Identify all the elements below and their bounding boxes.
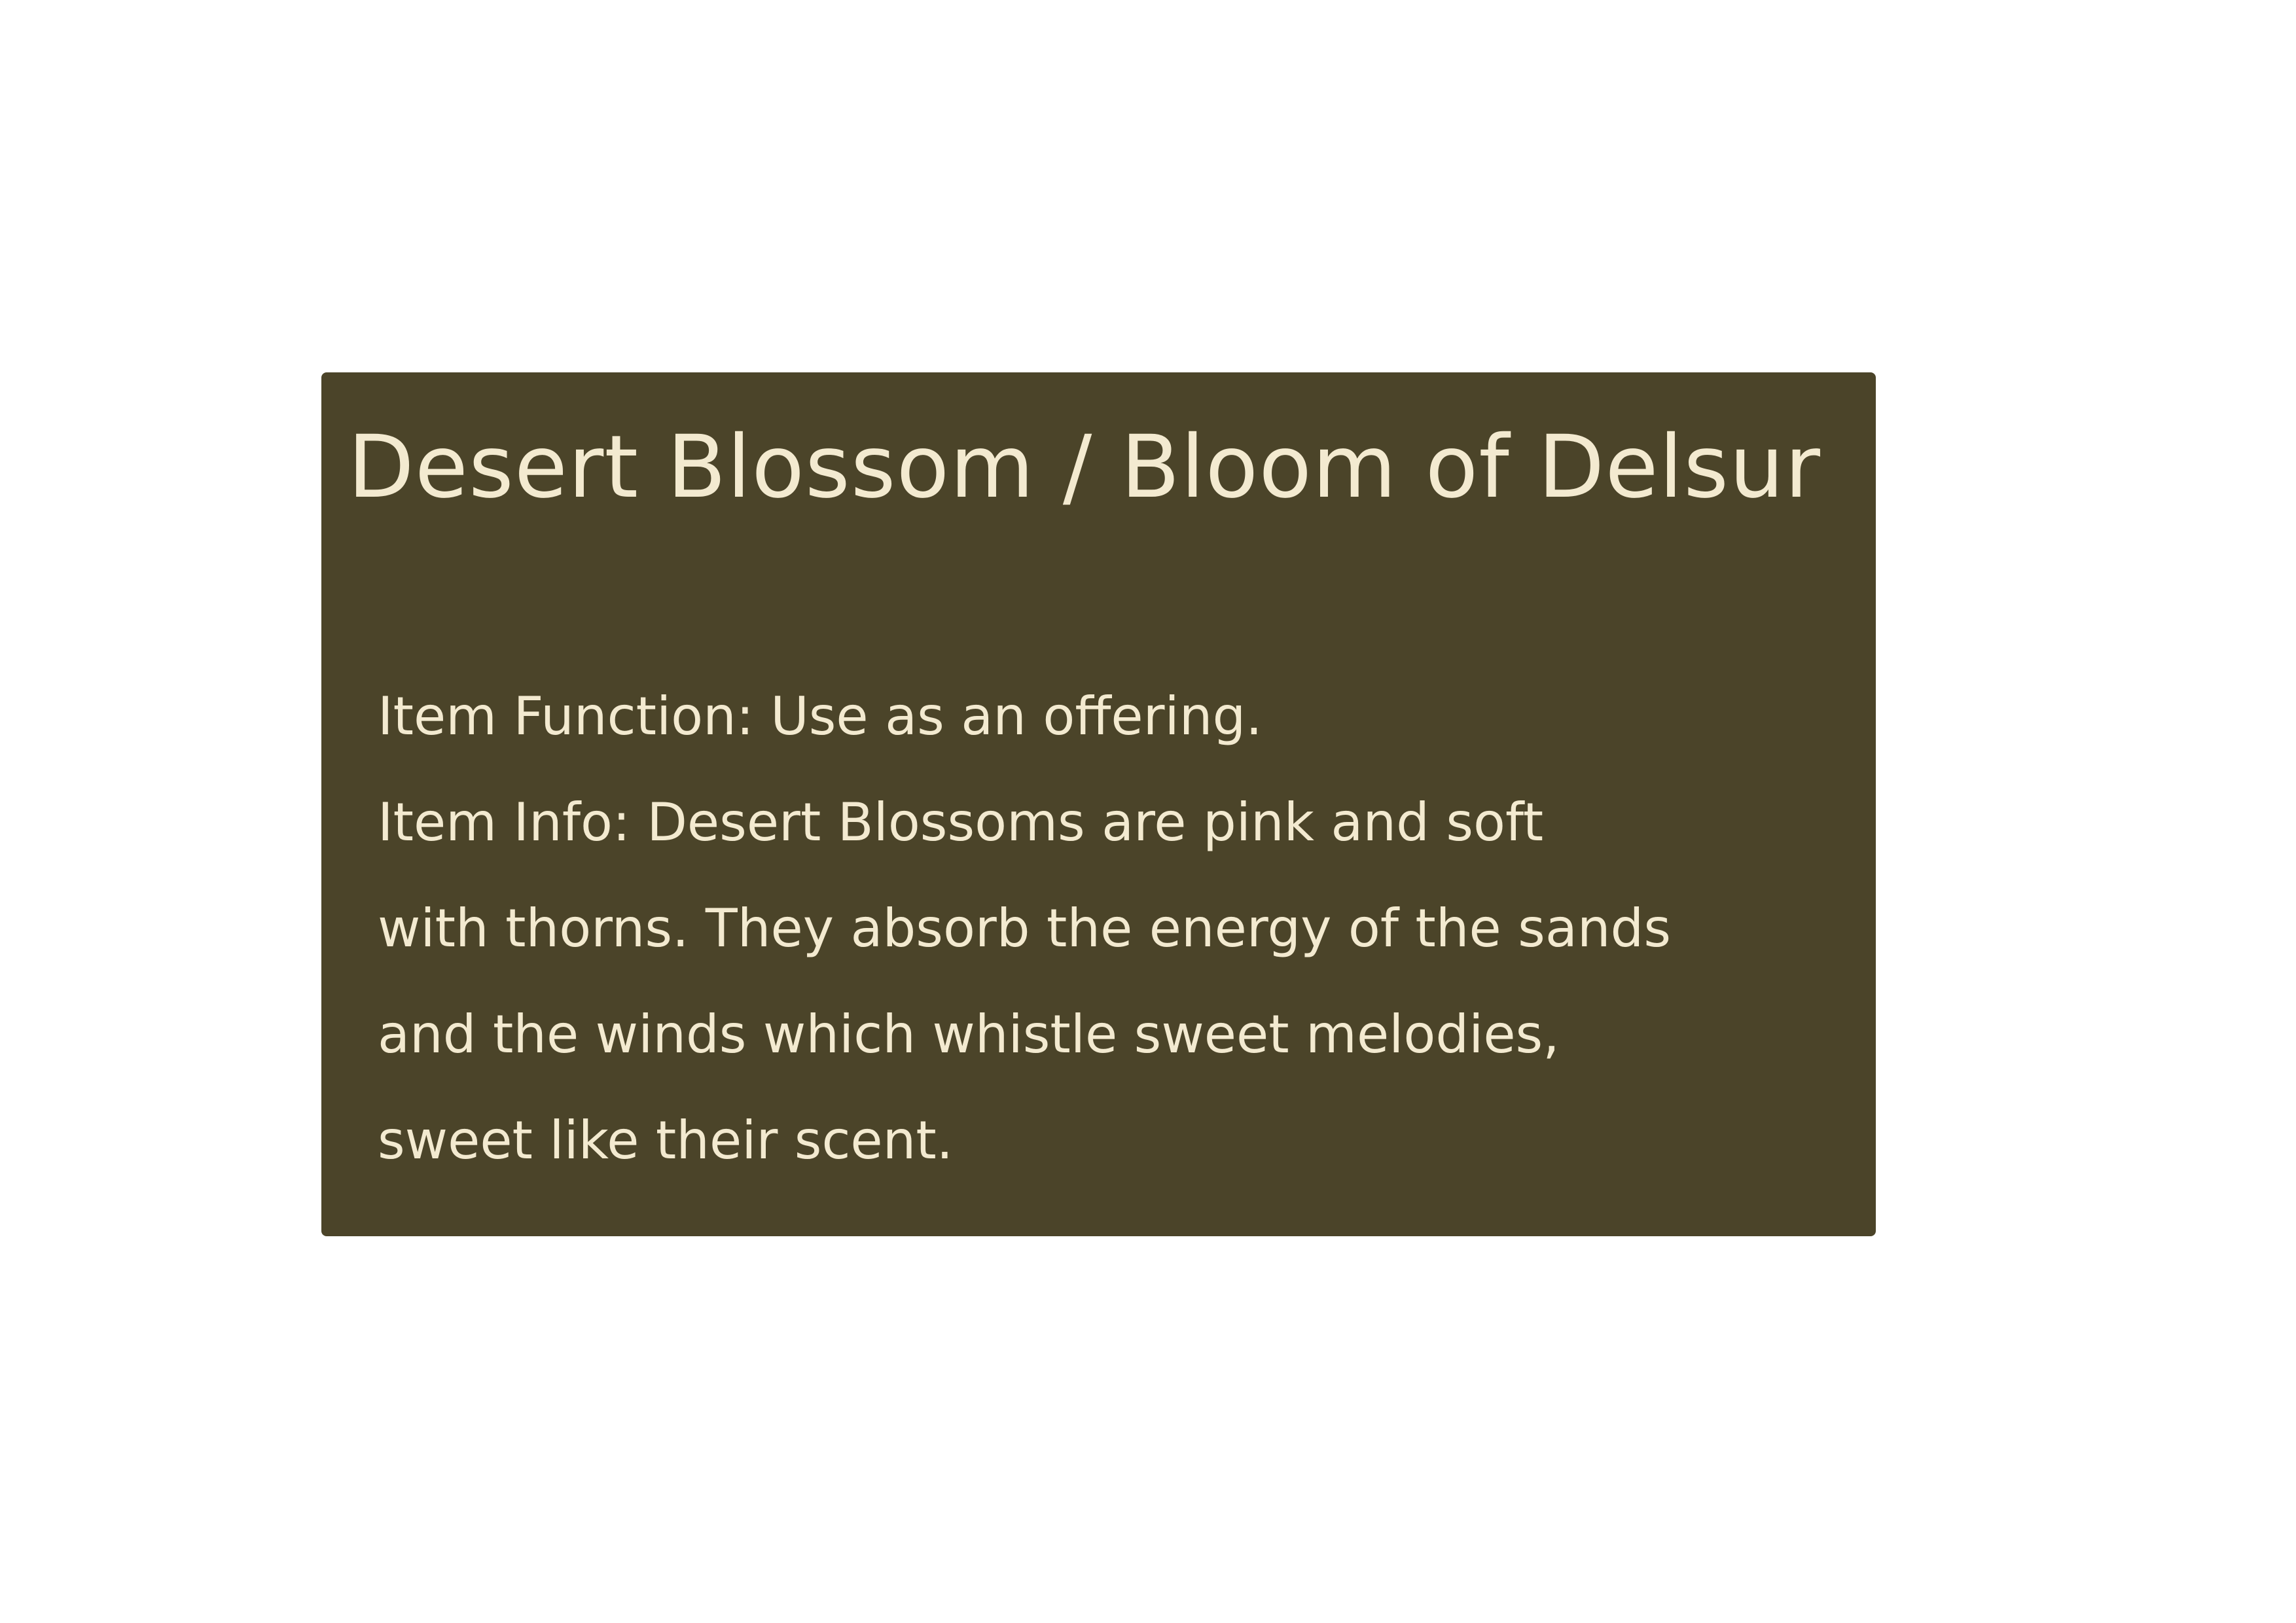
item-title: Desert Blossom / Bloom of Delsur — [348, 417, 1821, 518]
item-info-card: Desert Blossom / Bloom of Delsur Item Fu… — [321, 372, 1876, 1236]
item-info-line: Item Info: Desert Blossoms are pink and … — [378, 792, 1544, 853]
item-info-line: and the winds which whistle sweet melodi… — [378, 1004, 1560, 1065]
item-description: Item Function: Use as an offering. Item … — [378, 664, 1850, 1194]
item-function-line: Item Function: Use as an offering. — [378, 686, 1263, 747]
item-info-line: with thorns. They absorb the energy of t… — [378, 898, 1672, 959]
item-info-line: sweet like their scent. — [378, 1110, 954, 1171]
